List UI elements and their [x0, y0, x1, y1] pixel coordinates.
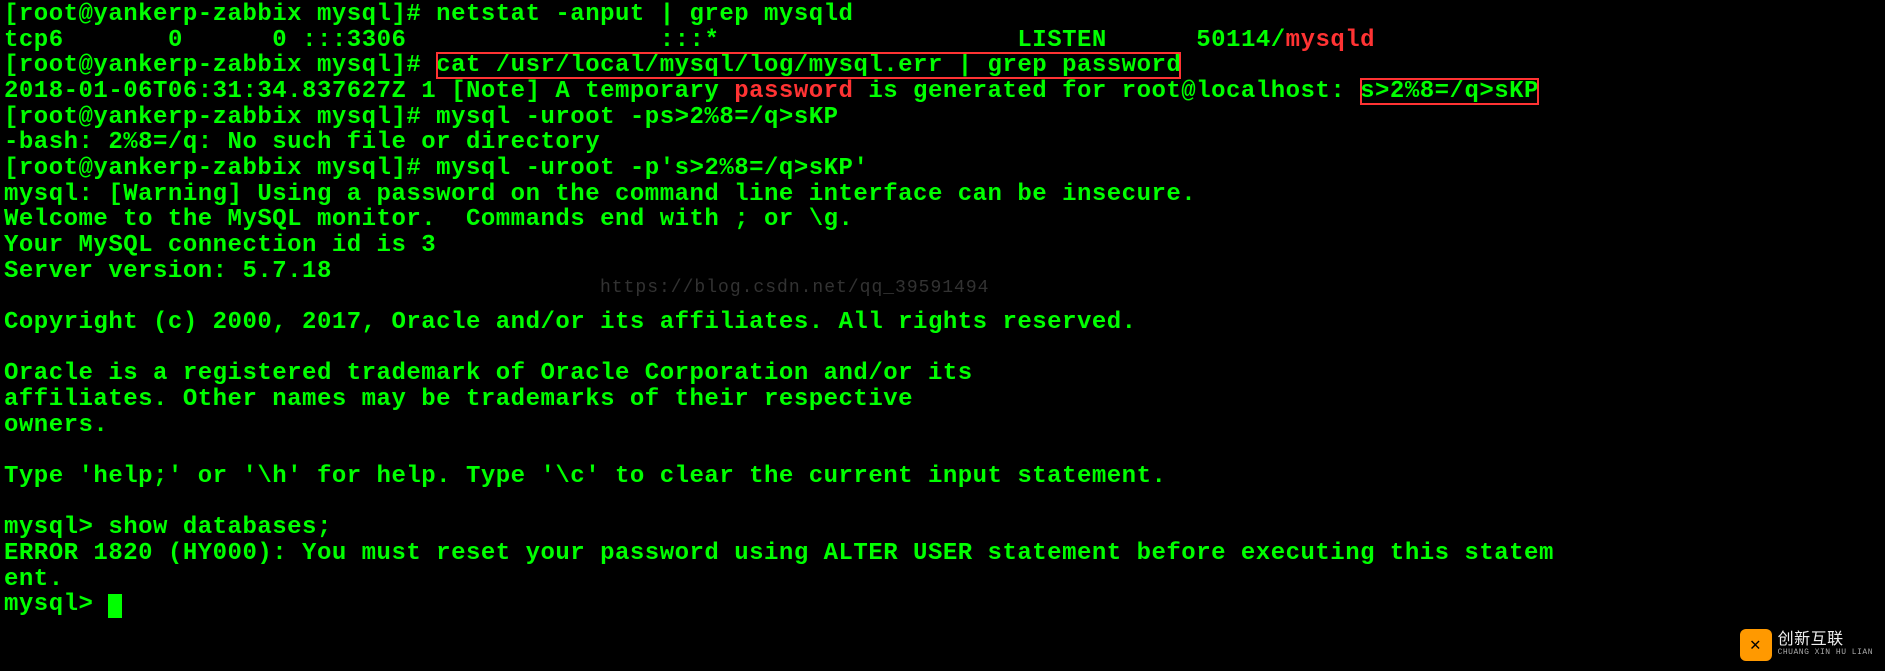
temp-password: s>2%8=/q>sKP: [1360, 78, 1539, 105]
mysql-line1: mysql> show databases;: [4, 515, 1881, 541]
shell-prompt: [root@yankerp-zabbix mysql]#: [4, 155, 436, 182]
line1: [root@yankerp-zabbix mysql]# netstat -an…: [4, 2, 1881, 28]
shell-prompt: [root@yankerp-zabbix mysql]#: [4, 52, 436, 79]
brand-logo: ✕ 创新互联 CHUANG XIN HU LIAN: [1740, 629, 1873, 661]
welcome1: Welcome to the MySQL monitor. Commands e…: [4, 207, 1881, 233]
welcome2: Your MySQL connection id is 3: [4, 233, 1881, 259]
help-line: Type 'help;' or '\h' for help. Type '\c'…: [4, 464, 1881, 490]
shell-prompt: [root@yankerp-zabbix mysql]#: [4, 1, 436, 28]
terminal[interactable]: [root@yankerp-zabbix mysql]# netstat -an…: [4, 2, 1881, 618]
mysql-prompt: mysql>: [4, 514, 108, 541]
mysql-line2[interactable]: mysql>: [4, 592, 1881, 618]
cmd-netstat: netstat -anput | grep mysqld: [436, 1, 853, 28]
oracle1: Oracle is a registered trademark of Orac…: [4, 361, 1881, 387]
line-netstat-out: tcp6 0 0 :::3306 :::* LISTEN 50114/mysql…: [4, 28, 1881, 54]
shell-prompt: [root@yankerp-zabbix mysql]#: [4, 104, 436, 131]
line-tempw: 2018-01-06T06:31:34.837627Z 1 [Note] A t…: [4, 79, 1881, 105]
cmd-cat-err: cat /usr/local/mysql/log/mysql.err | gre…: [436, 52, 1181, 79]
welcome3: Server version: 5.7.18: [4, 259, 1881, 285]
cmd-show-db: show databases;: [108, 514, 332, 541]
blank1: [4, 284, 1881, 310]
blank4: [4, 490, 1881, 516]
mysql-error: ERROR 1820 (HY000): You must reset your …: [4, 541, 1881, 592]
mysql-warning: mysql: [Warning] Using a password on the…: [4, 182, 1881, 208]
oracle2: affiliates. Other names may be trademark…: [4, 387, 1881, 413]
line3: [root@yankerp-zabbix mysql]# mysql -uroo…: [4, 105, 1881, 131]
cmd-mysql-bad: mysql -uroot -ps>2%8=/q>sKP: [436, 104, 838, 131]
copyright: Copyright (c) 2000, 2017, Oracle and/or …: [4, 310, 1881, 336]
cursor-icon: [108, 594, 122, 618]
proc-name: mysqld: [1286, 27, 1375, 54]
blank3: [4, 438, 1881, 464]
brand-subtext: CHUANG XIN HU LIAN: [1778, 649, 1873, 657]
blank2: [4, 336, 1881, 362]
brand-icon: ✕: [1740, 629, 1772, 661]
line2: [root@yankerp-zabbix mysql]# cat /usr/lo…: [4, 53, 1881, 79]
password-word: password: [734, 78, 853, 105]
mysql-prompt: mysql>: [4, 591, 108, 618]
line4: [root@yankerp-zabbix mysql]# mysql -uroo…: [4, 156, 1881, 182]
cmd-mysql-ok: mysql -uroot -p's>2%8=/q>sKP': [436, 155, 868, 182]
oracle3: owners.: [4, 413, 1881, 439]
bash-error: -bash: 2%8=/q: No such file or directory: [4, 130, 1881, 156]
brand-text: 创新互联: [1778, 632, 1873, 649]
